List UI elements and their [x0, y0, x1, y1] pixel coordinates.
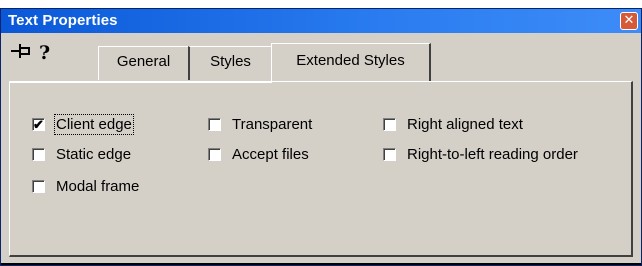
- help-icon[interactable]: ?: [39, 42, 55, 64]
- dialog-bottom-border: [1, 263, 641, 265]
- panel-divider: [10, 82, 272, 83]
- close-icon: ✕: [623, 13, 635, 28]
- extended-styles-panel: ✔ Client edge Static edge Modal frame Tr…: [9, 81, 633, 257]
- pushpin-icon[interactable]: [11, 42, 33, 62]
- window-title: Text Properties: [8, 12, 118, 29]
- titlebar[interactable]: Text Properties ✕: [1, 9, 641, 33]
- tab-extended-styles[interactable]: Extended Styles: [271, 43, 431, 81]
- tab-styles[interactable]: Styles: [188, 46, 273, 80]
- text-properties-dialog: Text Properties ✕ ? General Styles Exten…: [0, 8, 642, 266]
- close-button[interactable]: ✕: [620, 12, 638, 30]
- checkmark-icon[interactable]: ✔: [32, 118, 45, 131]
- tab-general[interactable]: General: [98, 46, 190, 80]
